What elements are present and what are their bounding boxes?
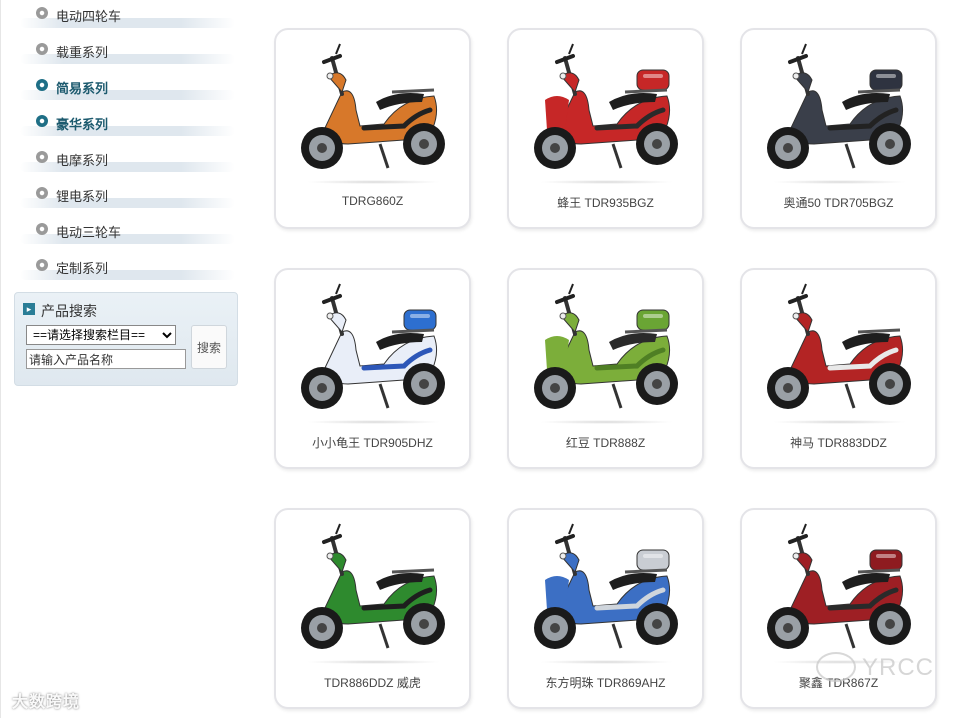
sidebar-item-category[interactable]: 锂电系列 [20,180,235,208]
product-photo[interactable] [284,520,461,665]
search-button[interactable]: 搜索 [191,325,227,369]
sidebar-item-label: 定制系列 [56,261,109,276]
bullet-icon [36,115,48,127]
photo-shadow [539,420,674,424]
product-caption[interactable]: 蜂王 TDR935BGZ [509,194,702,211]
product-caption[interactable]: TDRG860Z [276,194,469,208]
product-photo[interactable] [517,40,694,185]
photo-shadow [772,180,907,184]
sidebar-item-category[interactable]: 简易系列 [20,72,235,100]
search-column-select[interactable]: ==请选择搜索栏目== [26,325,176,345]
sidebar-item-shade [20,90,235,100]
product-caption[interactable]: 神马 TDR883DDZ [742,434,935,451]
bullet-icon [36,223,48,235]
product-photo[interactable] [750,280,927,425]
category-sidebar: 电动四轮车载重系列简易系列豪华系列电摩系列锂电系列电动三轮车定制系列 ▸ 产品搜… [0,0,260,718]
product-photo[interactable] [284,280,461,425]
product-card[interactable]: 神马 TDR883DDZ [740,268,937,469]
watermark-right: YRCC [862,654,935,681]
sidebar-item-label: 简易系列 [56,81,109,96]
product-name-input[interactable] [26,349,186,369]
sidebar-item-category[interactable]: 电动三轮车 [20,216,235,244]
sidebar-item-shade [20,270,235,280]
product-photo[interactable] [284,40,461,185]
sidebar-item-label: 电动三轮车 [56,225,122,240]
bullet-icon [36,187,48,199]
sidebar-item-category[interactable]: 豪华系列 [20,108,235,136]
bullet-icon [36,79,48,91]
product-caption[interactable]: 奥通50 TDR705BGZ [742,194,935,211]
bullet-icon [36,151,48,163]
photo-shadow [306,180,441,184]
bullet-icon [36,259,48,271]
sidebar-item-label: 豪华系列 [56,117,109,132]
photo-shadow [306,660,441,664]
product-search-panel: ▸ 产品搜索 ==请选择搜索栏目== 搜索 [14,292,238,386]
sidebar-item-shade [20,234,235,244]
search-title-icon: ▸ [23,303,35,315]
product-caption[interactable]: TDR886DDZ 威虎 [276,674,469,691]
sidebar-item-label: 电摩系列 [56,153,109,168]
wechat-watermark-icon [816,652,856,682]
sidebar-item-label: 电动四轮车 [56,9,122,24]
sidebar-item-shade [20,198,235,208]
sidebar-item-shade [20,18,235,28]
product-photo[interactable] [750,520,927,665]
product-photo[interactable] [517,280,694,425]
sidebar-item-shade [20,54,235,64]
photo-shadow [539,660,674,664]
bullet-icon [36,7,48,19]
bullet-icon [36,43,48,55]
photo-shadow [539,180,674,184]
sidebar-item-shade [20,162,235,172]
photo-shadow [306,420,441,424]
product-caption[interactable]: 小小龟王 TDR905DHZ [276,434,469,451]
product-card[interactable]: 蜂王 TDR935BGZ [507,28,704,229]
search-title: 产品搜索 [41,303,97,319]
photo-shadow [772,420,907,424]
sidebar-item-label: 锂电系列 [56,189,109,204]
sidebar-item-label: 载重系列 [56,45,109,60]
sidebar-item-shade [20,126,235,136]
sidebar-item-category[interactable]: 电动四轮车 [20,0,235,28]
product-caption[interactable]: 东方明珠 TDR869AHZ [509,674,702,691]
product-card[interactable]: 小小龟王 TDR905DHZ [274,268,471,469]
product-card[interactable]: TDR886DDZ 威虎 [274,508,471,709]
sidebar-item-category[interactable]: 电摩系列 [20,144,235,172]
product-card[interactable]: 东方明珠 TDR869AHZ [507,508,704,709]
product-photo[interactable] [750,40,927,185]
product-card[interactable]: TDRG860Z [274,28,471,229]
sidebar-item-category[interactable]: 定制系列 [20,252,235,280]
sidebar-item-category[interactable]: 载重系列 [20,36,235,64]
product-photo[interactable] [517,520,694,665]
watermark-left: 大数跨境 [12,694,81,711]
product-caption[interactable]: 红豆 TDR888Z [509,434,702,451]
product-card[interactable]: 红豆 TDR888Z [507,268,704,469]
product-card[interactable]: 奥通50 TDR705BGZ [740,28,937,229]
